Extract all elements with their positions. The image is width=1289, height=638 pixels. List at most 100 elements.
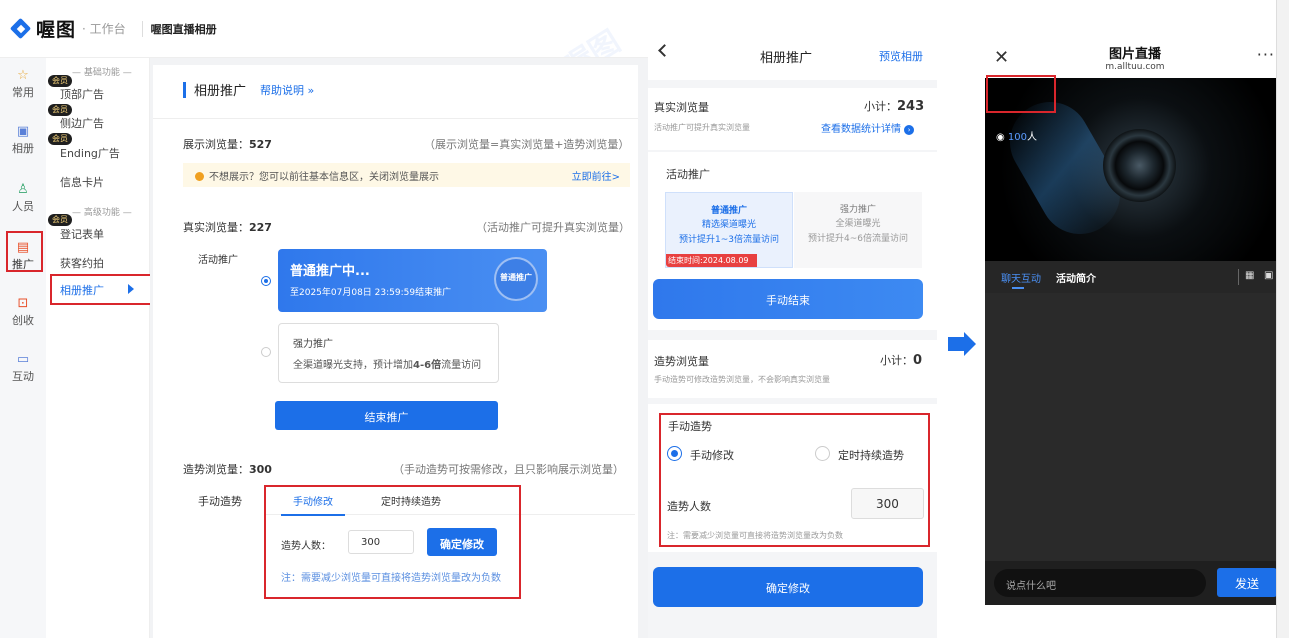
- display-views-label: 展示浏览量：: [183, 138, 249, 151]
- hype-views-block: 造势浏览量 小计：0 手动造势可修改造势浏览量，不会影响真实浏览量: [648, 340, 937, 398]
- manual-edit-option[interactable]: 手动修改: [690, 447, 734, 463]
- subtotal-label: 小计：: [864, 100, 897, 113]
- end-time-tag: 结束时间:2024.08.09: [666, 254, 757, 267]
- manual-edit-radio[interactable]: [667, 446, 682, 461]
- subnav-item-top-ad[interactable]: 顶部广告: [60, 86, 104, 102]
- subnav-item-side-ad[interactable]: 侧边广告: [60, 115, 104, 131]
- top-bar: 喔图 · 工作台 喔图直播相册: [0, 0, 648, 58]
- rail-item-album[interactable]: ▣ 相册: [3, 124, 43, 156]
- real-subtotal: 小计：243: [864, 98, 924, 114]
- rail-item-common[interactable]: ☆ 常用: [3, 68, 43, 100]
- subnav-label: 相册推广: [60, 284, 104, 297]
- rail-item-people[interactable]: ♙ 人员: [3, 182, 43, 214]
- mobile-title: 相册推广: [760, 51, 813, 66]
- promotion-icon: ▤: [16, 240, 30, 255]
- option-title: 强力推广: [839, 205, 876, 215]
- manual-hype-label: 手动造势: [668, 420, 712, 433]
- manual-hype-block: 手动造势 手动修改 定时持续造势 造势人数 300 注：需要减少浏览量可直接将造…: [648, 404, 937, 552]
- logo-icon: [10, 18, 32, 40]
- option-line2: 预计提升1~3倍流量访问: [679, 235, 779, 245]
- back-icon[interactable]: [658, 44, 671, 57]
- strong-promotion-radio[interactable]: [261, 347, 271, 357]
- tab-timed-hype[interactable]: 定时持续造势: [381, 493, 441, 508]
- subnav-item-customer-shoot[interactable]: 获客约拍: [60, 255, 104, 271]
- icon-rail: ☆ 常用 ▣ 相册 ♙ 人员 ▤ 推广 ⊡ 创收 ▭ 互动: [0, 58, 46, 638]
- footnote: 注：需要减少浏览量可直接将造势浏览量改为负数: [667, 531, 843, 540]
- strong-promotion-card[interactable]: 强力推广 全渠道曝光支持，预计增加4-6倍流量访问: [278, 323, 499, 383]
- divider: [1238, 269, 1239, 285]
- confirm-edit-button[interactable]: 确定修改: [653, 567, 923, 607]
- send-button[interactable]: 发送: [1217, 568, 1277, 597]
- main-panel: 相册推广 帮助说明 » 展示浏览量：527 （展示浏览量=真实浏览量+造势浏览量…: [150, 58, 648, 638]
- end-promotion-button[interactable]: 结束推广: [275, 401, 498, 430]
- normal-promotion-card[interactable]: 普通推广中... 至2025年07月08日 23:59:59结束推广 普通推广: [278, 249, 547, 312]
- more-icon[interactable]: ···: [1257, 45, 1275, 64]
- rail-item-income[interactable]: ⊡ 创收: [3, 296, 43, 328]
- subnav-item-info-card[interactable]: 信息卡片: [60, 174, 104, 190]
- hype-count-input[interactable]: 300: [348, 530, 414, 554]
- preview-album-link[interactable]: 预览相册: [879, 48, 923, 64]
- normal-promotion-option[interactable]: 普通推广 精选渠道曝光 预计提升1~3倍流量访问 结束时间:2024.08.09: [665, 192, 793, 268]
- live-tabs: 聊天互动 活动简介 ▦ ▣: [985, 261, 1285, 293]
- strong-promotion-option[interactable]: 强力推广 全渠道曝光 预计提升4~6倍流量访问: [794, 192, 922, 268]
- viewer-unit: 人: [1027, 132, 1038, 143]
- live-url: m.alltuu.com: [1105, 62, 1165, 72]
- eye-icon: ◉: [996, 132, 1005, 143]
- rail-label: 推广: [12, 258, 34, 271]
- hype-views-label: 造势浏览量: [654, 355, 709, 368]
- viewer-count: ◉ 100人: [996, 128, 1037, 143]
- subnav-item-ending-ad[interactable]: Ending广告: [60, 145, 120, 161]
- scrollbar[interactable]: [1276, 0, 1289, 638]
- activity-label: 活动推广: [198, 255, 238, 266]
- normal-promotion-badge: 普通推广: [494, 257, 538, 301]
- qrcode-icon[interactable]: ▦: [1245, 270, 1254, 281]
- normal-promotion-radio[interactable]: [261, 276, 271, 286]
- manual-end-button[interactable]: 手动结束: [653, 279, 923, 319]
- subnav-item-register-form[interactable]: 登记表单: [60, 226, 104, 242]
- count-input[interactable]: 300: [851, 488, 924, 519]
- rail-label: 人员: [12, 200, 34, 213]
- help-link[interactable]: 帮助说明 »: [260, 82, 314, 98]
- count-label: 造势人数: [667, 500, 711, 513]
- cover-photo: ◉ 100人: [985, 78, 1285, 261]
- footnote: 注：需要减少浏览量可直接将造势浏览量改为负数: [281, 573, 501, 584]
- hype-tabs: 手动修改 定时持续造势: [265, 487, 635, 516]
- stats-link[interactable]: 查看数据统计详情 ›: [821, 120, 915, 135]
- hype-views-note: （手动造势可按需修改，且只影响展示浏览量）: [393, 463, 624, 476]
- hype-views-label: 造势浏览量：: [183, 463, 249, 476]
- live-header: ✕ 图片直播 m.alltuu.com ···: [985, 37, 1285, 78]
- strong-desc-a: 全渠道曝光支持，预计增加: [293, 360, 413, 371]
- mobile-promotion-panel: 相册推广 预览相册 真实浏览量 小计：243 活动推广可提升真实浏览量 查看数据…: [648, 0, 937, 638]
- section-header: 相册推广 帮助说明 »: [183, 80, 314, 99]
- chevron-right-icon: ›: [904, 125, 915, 135]
- mobile-live-preview: ✕ 图片直播 m.alltuu.com ··· ◉ 100人 聊天互动 活动简介…: [985, 37, 1285, 605]
- logo-text[interactable]: 喔图: [36, 15, 76, 42]
- strong-promotion-title: 强力推广: [293, 339, 333, 350]
- timed-hype-radio[interactable]: [815, 446, 830, 461]
- member-badge: 会员: [48, 214, 72, 226]
- go-now-link[interactable]: 立即前往>: [572, 168, 620, 183]
- sub-nav: — 基础功能 — 会员 顶部广告 会员 侧边广告 会员 Ending广告 信息卡…: [46, 58, 150, 638]
- star-icon: ☆: [17, 68, 29, 83]
- hype-views-hint: 手动造势可修改造势浏览量，不会影响真实浏览量: [654, 375, 830, 384]
- tab-chat[interactable]: 聊天互动: [1001, 270, 1041, 289]
- member-badge: 会员: [48, 133, 72, 145]
- divider: [153, 118, 638, 119]
- hype-views-value: 300: [249, 463, 272, 476]
- footer-spacer: [648, 616, 937, 638]
- chat-input[interactable]: 说点什么吧: [994, 569, 1206, 597]
- album-title: 喔图直播相册: [150, 22, 217, 36]
- language-icon[interactable]: ▣: [1264, 270, 1273, 281]
- people-icon: ♙: [17, 182, 29, 197]
- arrow-right-icon: [948, 332, 976, 356]
- rail-item-interact[interactable]: ▭ 互动: [3, 352, 43, 384]
- timed-hype-option[interactable]: 定时持续造势: [838, 447, 904, 463]
- subnav-item-album-promotion[interactable]: 相册推广: [50, 275, 150, 303]
- divider: [141, 20, 143, 37]
- tab-manual-edit[interactable]: 手动修改: [281, 493, 345, 516]
- tab-intro[interactable]: 活动简介: [1056, 270, 1096, 285]
- rail-label: 创收: [12, 314, 34, 327]
- workbench-label[interactable]: · 工作台: [82, 20, 126, 37]
- rail-item-promotion[interactable]: ▤ 推广: [3, 240, 43, 272]
- confirm-edit-button[interactable]: 确定修改: [427, 528, 497, 556]
